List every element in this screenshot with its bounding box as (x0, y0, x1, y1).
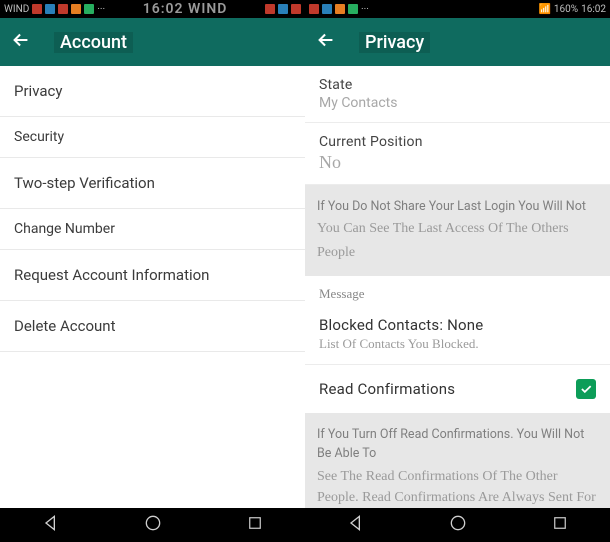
status-dots: ··· (361, 4, 369, 15)
info-line: If You Do Not Share Your Last Login You … (317, 199, 586, 214)
status-icon (322, 4, 332, 14)
status-right (265, 4, 301, 14)
item-privacy[interactable]: Privacy (0, 66, 305, 117)
item-delete-account[interactable]: Delete Account (0, 301, 305, 352)
square-recent-icon (551, 514, 569, 532)
status-icon (335, 4, 345, 14)
blocked-title: Blocked Contacts: None (319, 316, 596, 334)
item-security[interactable]: Security (0, 117, 305, 158)
status-icon (348, 4, 358, 14)
nav-bar (305, 508, 610, 542)
status-dots: ··· (97, 4, 105, 15)
circle-home-icon (143, 513, 163, 533)
circle-home-icon (448, 513, 468, 533)
status-icon (309, 4, 319, 14)
info-last-login: If You Do Not Share Your Last Login You … (305, 185, 610, 276)
page-title: Account (54, 32, 133, 53)
info-line-emph: See The Read Confirmations Of The Other … (317, 466, 598, 509)
info-line-emph: People (317, 242, 598, 264)
signal-icon: 📶 (538, 4, 550, 15)
check-icon (579, 382, 593, 396)
clock-label: 16:02 (581, 4, 606, 15)
status-center-time: 16:02 WIND (105, 1, 265, 17)
info-line-emph: You Can See The Last Access Of The Other… (317, 218, 598, 240)
triangle-back-icon (346, 513, 366, 533)
state-label: State (305, 66, 610, 95)
status-icon (265, 4, 275, 14)
blocked-contacts[interactable]: Blocked Contacts: None List Of Contacts … (305, 306, 610, 365)
back-button[interactable] (10, 29, 32, 55)
position-value[interactable]: No (305, 152, 610, 185)
status-icon (32, 4, 42, 14)
item-two-step[interactable]: Two-step Verification (0, 158, 305, 209)
nav-bar (0, 508, 305, 542)
triangle-back-icon (41, 513, 61, 533)
status-right: 📶 160% 16:02 (538, 4, 606, 15)
status-icon (71, 4, 81, 14)
item-request-info[interactable]: Request Account Information (0, 250, 305, 301)
position-label: Current Position (305, 123, 610, 152)
status-bar: WIND ··· 16:02 WIND (0, 0, 305, 18)
back-arrow-icon (315, 29, 337, 51)
read-confirmations-label: Read Confirmations (319, 380, 455, 398)
status-icon (58, 4, 68, 14)
status-icon (84, 4, 94, 14)
status-left: WIND ··· (4, 4, 105, 15)
message-section-label: Message (305, 276, 610, 306)
phone-left: WIND ··· 16:02 WIND Account Privacy (0, 0, 305, 542)
battery-label: 160% (554, 4, 578, 15)
status-left: ··· (309, 4, 369, 15)
account-list: Privacy Security Two-step Verification C… (0, 66, 305, 508)
read-confirmations-checkbox[interactable] (576, 379, 596, 399)
nav-home[interactable] (143, 513, 163, 537)
nav-recent[interactable] (551, 514, 569, 536)
phone-right: ··· 📶 160% 16:02 Privacy State My Contac… (305, 0, 610, 542)
nav-home[interactable] (448, 513, 468, 537)
page-title: Privacy (359, 32, 430, 53)
status-icon (45, 4, 55, 14)
blocked-subtitle: List Of Contacts You Blocked. (319, 336, 596, 352)
header: Account (0, 18, 305, 66)
back-button[interactable] (315, 29, 337, 55)
state-value[interactable]: My Contacts (305, 95, 610, 123)
info-line: If You Turn Off Read Confirmations. You … (317, 427, 584, 461)
item-change-number[interactable]: Change Number (0, 209, 305, 250)
privacy-list: State My Contacts Current Position No If… (305, 66, 610, 508)
nav-recent[interactable] (246, 514, 264, 536)
back-arrow-icon (10, 29, 32, 51)
nav-back[interactable] (41, 513, 61, 537)
square-recent-icon (246, 514, 264, 532)
status-icon (278, 4, 288, 14)
header: Privacy (305, 18, 610, 66)
status-bar: ··· 📶 160% 16:02 (305, 0, 610, 18)
carrier-label: WIND (4, 4, 29, 15)
nav-back[interactable] (346, 513, 366, 537)
info-read-confirmations: If You Turn Off Read Confirmations. You … (305, 413, 610, 508)
status-icon (291, 4, 301, 14)
read-confirmations-row[interactable]: Read Confirmations (305, 365, 610, 413)
